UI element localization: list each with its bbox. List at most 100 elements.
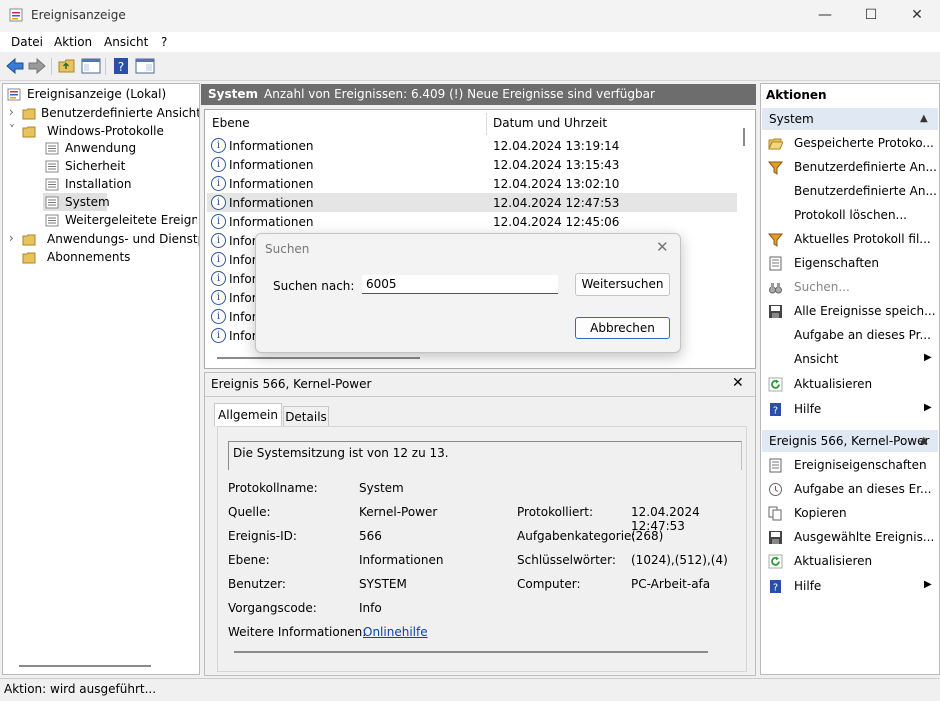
action-item[interactable]: Aufgabe an dieses Er... <box>765 478 937 502</box>
filter-icon <box>768 233 783 247</box>
action-label: Ansicht <box>794 352 839 366</box>
action-item[interactable]: Kopieren <box>765 502 937 526</box>
section-label: System <box>769 112 814 126</box>
label-quelle: Quelle: <box>228 505 271 519</box>
label-protokollname: Protokollname: <box>228 481 318 495</box>
back-arrow-icon[interactable] <box>5 57 25 75</box>
action-item[interactable]: ? Hilfe ▶ <box>765 575 937 599</box>
value-schluesselwoerter: (1024),(512),(4) <box>631 553 728 567</box>
action-item[interactable]: Gespeicherte Protoko... <box>765 132 937 156</box>
svg-text:?: ? <box>773 406 778 417</box>
dialog-close-icon[interactable]: ✕ <box>656 238 669 256</box>
actions-section-system[interactable]: System ▲ <box>762 108 938 130</box>
tree-item-app-services[interactable]: › Anwendungs- und Dienstprotokolle <box>9 231 199 249</box>
close-button[interactable]: ✕ <box>894 0 940 32</box>
chevron-down-icon[interactable]: ˅ <box>9 123 15 137</box>
divider <box>205 396 755 397</box>
action-item[interactable]: Benutzerdefinierte An... <box>765 180 937 204</box>
section-label: Ereignis 566, Kernel-Power <box>769 434 930 448</box>
event-row[interactable]: i Informationen 12.04.2024 12:47:53 <box>207 193 737 212</box>
forward-arrow-icon[interactable] <box>27 57 47 75</box>
action-item[interactable]: Aufgabe an dieses Pr... <box>765 324 937 348</box>
information-icon: i <box>211 138 226 153</box>
event-date: 12.04.2024 13:02:10 <box>493 177 620 191</box>
action-item[interactable]: Aktualisieren <box>765 550 937 574</box>
action-item[interactable]: Eigenschaften <box>765 252 937 276</box>
action-item[interactable]: Suchen... <box>765 276 937 300</box>
tab-general[interactable]: Allgemein <box>214 403 282 426</box>
search-input[interactable] <box>362 275 558 294</box>
value-ereignis-id: 566 <box>359 529 382 543</box>
tree-item-system[interactable]: System <box>43 193 110 211</box>
menu-datei[interactable]: Datei <box>11 35 43 49</box>
online-help-link[interactable]: Onlinehilfe <box>363 625 428 639</box>
collapse-triangle-icon[interactable]: ▲ <box>920 108 928 130</box>
information-icon: i <box>211 271 226 286</box>
event-level: Informationen <box>229 139 314 153</box>
chevron-right-icon[interactable]: › <box>9 105 14 119</box>
menu-bar: Datei Aktion Ansicht ? <box>0 32 940 52</box>
cancel-button[interactable]: Abbrechen <box>575 317 670 339</box>
menu-aktion[interactable]: Aktion <box>54 35 92 49</box>
column-divider[interactable] <box>486 113 487 135</box>
dialog-title: Suchen <box>265 242 310 256</box>
close-details-icon[interactable]: ✕ <box>732 375 744 391</box>
tree-item-forwarded[interactable]: Weitergeleitete Ereignisse <box>45 213 197 231</box>
information-icon: i <box>211 176 226 191</box>
tree-item-label: Abonnements <box>47 250 131 264</box>
action-item[interactable]: Ereigniseigenschaften <box>765 454 937 478</box>
event-row[interactable]: i Informationen 12.04.2024 13:19:14 <box>207 136 737 155</box>
actions-pane: Aktionen System ▲ Gespeicherte Protoko..… <box>760 83 940 675</box>
information-icon: i <box>211 157 226 172</box>
toolbar-divider <box>51 58 52 75</box>
chevron-right-icon[interactable]: › <box>9 231 14 245</box>
action-label: Ereigniseigenschaften <box>794 458 927 472</box>
tree-horizontal-scrollbar[interactable] <box>19 665 151 667</box>
vertical-scrollbar-thumb[interactable] <box>743 128 745 146</box>
column-header-date[interactable]: Datum und Uhrzeit <box>493 110 607 136</box>
event-row[interactable]: i Informationen 12.04.2024 13:15:43 <box>207 155 737 174</box>
column-header-level[interactable]: Ebene <box>212 110 250 136</box>
event-row[interactable]: i Informationen 12.04.2024 13:02:10 <box>207 174 737 193</box>
event-level: Informationen <box>229 196 314 210</box>
show-hide-action-pane-icon[interactable] <box>135 57 155 75</box>
details-horizontal-scrollbar[interactable] <box>234 651 708 653</box>
event-row[interactable]: i Informationen 12.04.2024 12:45:06 <box>207 212 737 231</box>
action-item[interactable]: Alle Ereignisse speich... <box>765 300 937 324</box>
up-folder-icon[interactable] <box>57 57 77 75</box>
find-next-button[interactable]: Weitersuchen <box>575 273 670 296</box>
collapse-triangle-icon[interactable]: ▲ <box>920 430 928 452</box>
help-icon[interactable]: ? <box>111 57 131 75</box>
action-item[interactable]: Ausgewählte Ereignis... <box>765 526 937 550</box>
action-item[interactable]: ? Hilfe ▶ <box>765 398 937 422</box>
action-item[interactable]: Protokoll löschen... <box>765 204 937 228</box>
label-vorgangscode: Vorgangscode: <box>228 601 317 615</box>
svg-text:?: ? <box>118 60 124 74</box>
action-item[interactable]: Aktualisieren <box>765 373 937 397</box>
log-icon <box>45 196 59 209</box>
show-hide-console-tree-icon[interactable] <box>81 57 101 75</box>
maximize-button[interactable]: ☐ <box>848 0 894 32</box>
action-item[interactable]: Aktuelles Protokoll fil... <box>765 228 937 252</box>
action-item[interactable]: Benutzerdefinierte An... <box>765 156 937 180</box>
information-icon: i <box>211 290 226 305</box>
event-date: 12.04.2024 12:45:06 <box>493 215 620 229</box>
value-protokollname: System <box>359 481 404 495</box>
submenu-arrow-icon: ▶ <box>924 402 932 413</box>
search-dialog: Suchen ✕ Suchen nach: Weitersuchen Abbre… <box>255 233 681 353</box>
action-item[interactable]: Ansicht ▶ <box>765 348 937 372</box>
actions-section-event[interactable]: Ereignis 566, Kernel-Power ▲ <box>762 430 938 452</box>
label-protokolliert: Protokolliert: <box>517 505 594 519</box>
toolbar: ? <box>0 53 940 81</box>
event-date: 12.04.2024 13:15:43 <box>493 158 620 172</box>
menu-help[interactable]: ? <box>161 35 167 49</box>
horizontal-scrollbar-thumb[interactable] <box>217 357 420 359</box>
tab-details[interactable]: Details <box>283 406 329 427</box>
menu-ansicht[interactable]: Ansicht <box>104 35 148 49</box>
save-icon <box>769 305 782 318</box>
action-label: Aktualisieren <box>794 377 873 391</box>
tree-item-label: Anwendungs- und Dienstprotokolle <box>47 232 199 246</box>
tree-item-custom-views[interactable]: › Benutzerdefinierte Ansichten <box>9 105 199 123</box>
minimize-button[interactable]: — <box>802 0 848 32</box>
help-icon: ? <box>770 403 781 417</box>
